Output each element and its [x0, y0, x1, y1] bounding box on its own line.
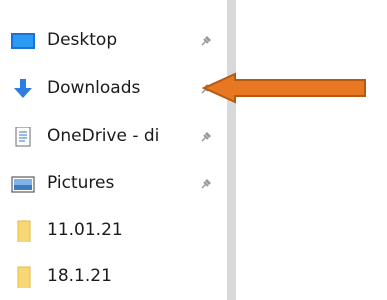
document-icon: [15, 127, 31, 147]
nav-item-downloads[interactable]: Downloads: [0, 72, 224, 104]
nav-item-label: Pictures: [47, 173, 115, 193]
nav-item-folder-11-01-21[interactable]: 11.01.21: [0, 214, 224, 246]
nav-item-label: 18.1.21: [47, 266, 112, 286]
pane-divider[interactable]: [227, 0, 236, 300]
folder-icon: [17, 266, 31, 288]
nav-item-label: 11.01.21: [47, 220, 123, 240]
pictures-icon: [11, 176, 35, 193]
navigation-pane: Desktop Downloads OneDrive - di Pictures…: [0, 0, 224, 300]
pin-icon: [201, 84, 211, 94]
nav-item-folder-18-1-21[interactable]: 18.1.21: [0, 260, 224, 292]
nav-item-label: Desktop: [47, 30, 118, 50]
pin-icon: [201, 179, 211, 189]
downloads-arrow-icon: [14, 79, 32, 98]
nav-item-label: OneDrive - di: [47, 126, 160, 146]
nav-item-onedrive[interactable]: OneDrive - di: [0, 120, 224, 152]
pin-icon: [201, 132, 211, 142]
nav-item-desktop[interactable]: Desktop: [0, 24, 224, 56]
folder-icon: [17, 220, 31, 242]
pin-icon: [201, 36, 211, 46]
nav-item-pictures[interactable]: Pictures: [0, 167, 224, 199]
nav-item-label: Downloads: [47, 78, 141, 98]
desktop-icon: [11, 33, 35, 49]
